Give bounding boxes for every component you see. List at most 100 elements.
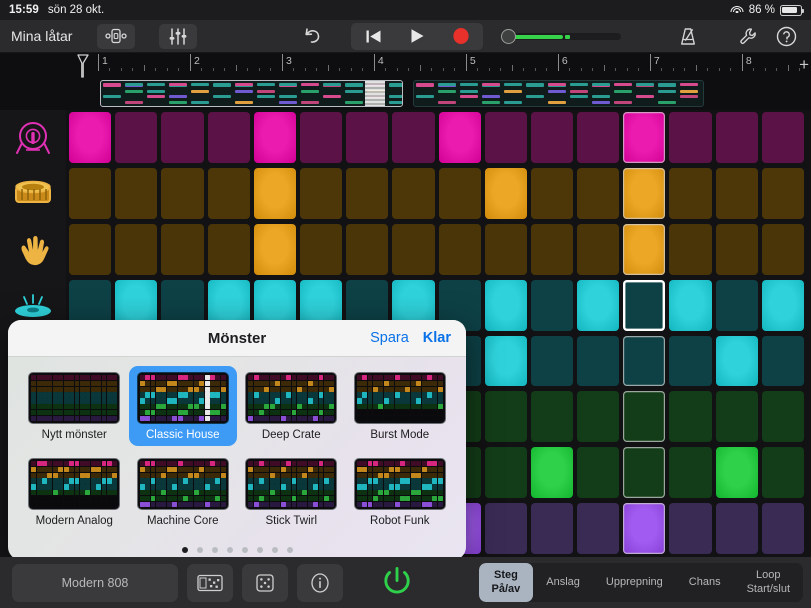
page-dot[interactable] bbox=[181, 547, 188, 553]
step-pad[interactable] bbox=[530, 112, 574, 163]
pattern-item[interactable]: Machine Core bbox=[129, 452, 238, 532]
step-pad[interactable] bbox=[577, 112, 620, 163]
step-pad[interactable] bbox=[761, 503, 804, 554]
step-pad[interactable] bbox=[715, 279, 758, 331]
step-pad[interactable] bbox=[484, 503, 527, 554]
master-volume-slider[interactable] bbox=[501, 28, 621, 44]
step-pad[interactable] bbox=[346, 112, 389, 163]
step-pad[interactable] bbox=[761, 391, 804, 443]
step-pad[interactable] bbox=[715, 503, 758, 554]
step-pad[interactable] bbox=[392, 112, 435, 163]
step-pad[interactable] bbox=[761, 335, 804, 387]
step-pad[interactable] bbox=[207, 223, 250, 275]
step-pad[interactable] bbox=[715, 167, 758, 219]
step-pad[interactable] bbox=[669, 279, 712, 331]
step-pad[interactable] bbox=[484, 447, 527, 499]
save-button[interactable]: Spara bbox=[370, 330, 409, 346]
pattern-item[interactable]: Burst Mode bbox=[346, 366, 455, 446]
clap-hand-icon[interactable] bbox=[0, 222, 66, 278]
snare-drum-icon[interactable] bbox=[0, 166, 66, 222]
tab-upprepning[interactable]: Upprepning bbox=[593, 563, 676, 602]
step-pad[interactable] bbox=[669, 503, 712, 554]
step-pad[interactable] bbox=[299, 167, 343, 219]
step-pad[interactable] bbox=[623, 335, 666, 387]
step-pad[interactable] bbox=[115, 167, 158, 219]
kick-drum-icon[interactable] bbox=[0, 110, 66, 166]
step-pad[interactable] bbox=[69, 223, 112, 275]
step-pad[interactable] bbox=[530, 447, 574, 499]
step-pad[interactable] bbox=[577, 503, 620, 554]
step-pad[interactable] bbox=[207, 167, 250, 219]
step-pad[interactable] bbox=[392, 167, 435, 219]
step-pad[interactable] bbox=[623, 447, 666, 499]
playhead-icon[interactable] bbox=[76, 54, 90, 78]
step-pad[interactable] bbox=[669, 167, 712, 219]
step-pad[interactable] bbox=[530, 223, 574, 275]
step-pad[interactable] bbox=[623, 503, 666, 554]
step-pad[interactable] bbox=[484, 335, 527, 387]
page-dots[interactable] bbox=[8, 547, 466, 553]
step-pad[interactable] bbox=[623, 391, 666, 443]
pattern-item[interactable]: Deep Crate bbox=[237, 366, 346, 446]
step-pad[interactable] bbox=[577, 391, 620, 443]
page-dot[interactable] bbox=[196, 547, 203, 553]
step-pad[interactable] bbox=[761, 279, 804, 331]
step-pad[interactable] bbox=[761, 223, 804, 275]
step-pad[interactable] bbox=[577, 223, 620, 275]
step-pad[interactable] bbox=[484, 279, 527, 331]
pattern-item[interactable]: Classic House bbox=[128, 366, 237, 446]
step-pad[interactable] bbox=[484, 167, 527, 219]
step-pad[interactable] bbox=[623, 279, 666, 331]
step-pad[interactable] bbox=[484, 223, 527, 275]
step-pad[interactable] bbox=[346, 167, 389, 219]
page-dot[interactable] bbox=[211, 547, 218, 553]
step-pad[interactable] bbox=[577, 167, 620, 219]
step-pad[interactable] bbox=[623, 167, 666, 219]
power-icon[interactable] bbox=[369, 563, 425, 603]
step-pad[interactable] bbox=[669, 447, 712, 499]
tab-anslag[interactable]: Anslag bbox=[533, 563, 593, 602]
my-songs-button[interactable]: Mina låtar bbox=[11, 28, 89, 44]
timeline-region[interactable] bbox=[413, 80, 704, 107]
step-pad[interactable] bbox=[484, 391, 527, 443]
timeline-region[interactable] bbox=[100, 80, 403, 107]
done-button[interactable]: Klar bbox=[423, 330, 451, 346]
step-pad[interactable] bbox=[530, 167, 574, 219]
tab-steg-pa-av[interactable]: Steg På/av bbox=[478, 563, 534, 602]
step-pad[interactable] bbox=[761, 447, 804, 499]
step-pad[interactable] bbox=[207, 112, 250, 163]
page-dot[interactable] bbox=[256, 547, 263, 553]
page-dot[interactable] bbox=[286, 547, 293, 553]
pattern-icon[interactable] bbox=[187, 563, 233, 602]
randomize-dice-icon[interactable] bbox=[242, 563, 288, 602]
step-pad[interactable] bbox=[438, 223, 481, 275]
wrench-icon[interactable] bbox=[729, 24, 767, 49]
step-pad[interactable] bbox=[530, 279, 574, 331]
step-pad[interactable] bbox=[438, 112, 481, 163]
record-icon[interactable] bbox=[439, 23, 483, 50]
step-pad[interactable] bbox=[623, 223, 666, 275]
page-dot[interactable] bbox=[241, 547, 248, 553]
step-pad[interactable] bbox=[761, 167, 804, 219]
step-pad[interactable] bbox=[299, 223, 343, 275]
add-track-icon[interactable]: + bbox=[799, 56, 809, 73]
tab-loop-start-slut[interactable]: Loop Start/slut bbox=[734, 563, 803, 602]
page-dot[interactable] bbox=[271, 547, 278, 553]
step-pad[interactable] bbox=[669, 391, 712, 443]
step-pad[interactable] bbox=[484, 112, 527, 163]
metronome-icon[interactable] bbox=[669, 24, 707, 49]
rewind-icon[interactable] bbox=[351, 23, 395, 50]
step-pad[interactable] bbox=[715, 335, 758, 387]
step-pad[interactable] bbox=[438, 167, 481, 219]
step-pad[interactable] bbox=[253, 112, 296, 163]
parameter-tabs[interactable]: Steg På/av Anslag Upprepning Chans Loop Star… bbox=[478, 563, 803, 602]
step-pad[interactable] bbox=[299, 112, 343, 163]
step-pad[interactable] bbox=[115, 223, 158, 275]
bar-ruler[interactable]: 1 2 3 4 5 6 7 8 + bbox=[0, 53, 811, 78]
pattern-item[interactable]: Stick Twirl bbox=[237, 452, 346, 532]
undo-icon[interactable] bbox=[293, 24, 331, 49]
step-pad[interactable] bbox=[715, 112, 758, 163]
step-pad[interactable] bbox=[715, 447, 758, 499]
step-pad[interactable] bbox=[715, 223, 758, 275]
step-pad[interactable] bbox=[577, 335, 620, 387]
